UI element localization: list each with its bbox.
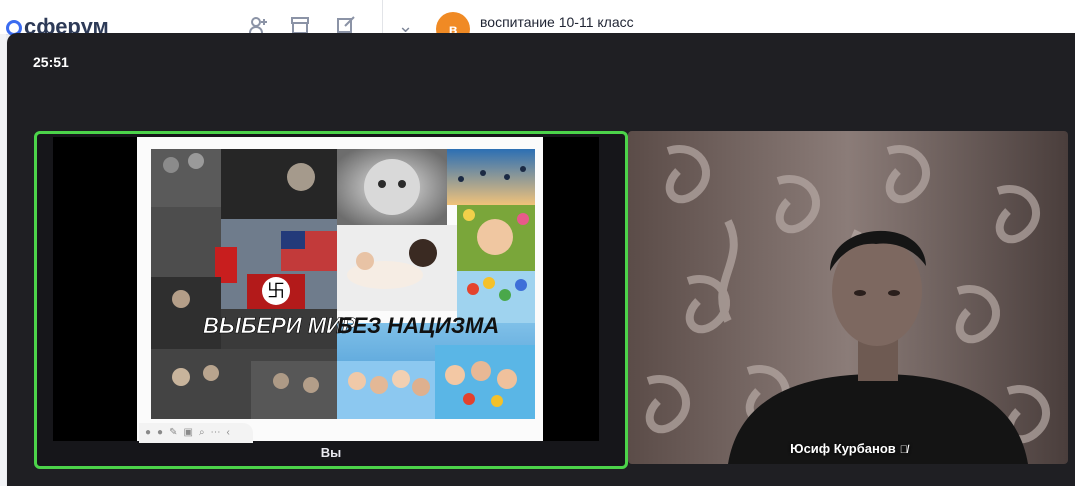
add-user-icon[interactable] [248, 16, 268, 34]
svg-text:卐: 卐 [267, 281, 285, 302]
chat-title[interactable]: воспитание 10-11 класс [480, 14, 634, 30]
edit-icon[interactable] [336, 16, 356, 34]
slide-caption-right: БЕЗ НАЦИЗМА [337, 313, 499, 338]
back-icon[interactable]: ‹ [227, 428, 230, 438]
presentation-slide: 卐 ВЫБЕРИ МИР БЕЗ НАЦИЗМА ● ● ✎ ▣ ⌕ ⋯ ‹ [137, 137, 543, 443]
grid-icon[interactable]: ▣ [183, 428, 192, 438]
remote-video-tile[interactable]: Юсиф Курбанов 🎙̸ [628, 131, 1068, 464]
participant-name-tag: Юсиф Курбанов 🎙̸ [790, 441, 908, 456]
video-call-window: 25:51 卐 ВЫБЕРИ МИР БЕЗ НАЦИЗМА ● ● ✎ ▣ ⌕… [7, 33, 1075, 486]
zoom-icon[interactable]: ⌕ [199, 428, 205, 438]
more-icon[interactable]: ⋯ [211, 428, 221, 438]
slide-collage-image: 卐 ВЫБЕРИ МИР БЕЗ НАЦИЗМА [151, 149, 535, 419]
app-header: сферум ⌄ в воспитание 10-11 класс [0, 0, 1075, 46]
remote-video-feed [628, 131, 1068, 464]
self-video-tile[interactable]: 卐 ВЫБЕРИ МИР БЕЗ НАЦИЗМА ● ● ✎ ▣ ⌕ ⋯ ‹ В… [34, 131, 628, 469]
call-timer: 25:51 [33, 54, 69, 70]
pen-icon[interactable]: ✎ [169, 428, 177, 438]
archive-icon[interactable] [290, 16, 310, 34]
mic-off-icon: 🎙̸ [899, 444, 908, 456]
sidebar-peek [0, 34, 6, 486]
self-tile-label: Вы [320, 445, 342, 460]
prev-slide-icon[interactable]: ● [145, 428, 151, 438]
header-divider [382, 0, 383, 34]
screen-share-area: 卐 ВЫБЕРИ МИР БЕЗ НАЦИЗМА ● ● ✎ ▣ ⌕ ⋯ ‹ [53, 137, 599, 443]
next-slide-icon[interactable]: ● [157, 428, 163, 438]
slide-caption-left: ВЫБЕРИ МИР [203, 313, 357, 338]
slide-toolbar: ● ● ✎ ▣ ⌕ ⋯ ‹ [139, 423, 253, 443]
participant-name: Юсиф Курбанов [790, 441, 896, 456]
